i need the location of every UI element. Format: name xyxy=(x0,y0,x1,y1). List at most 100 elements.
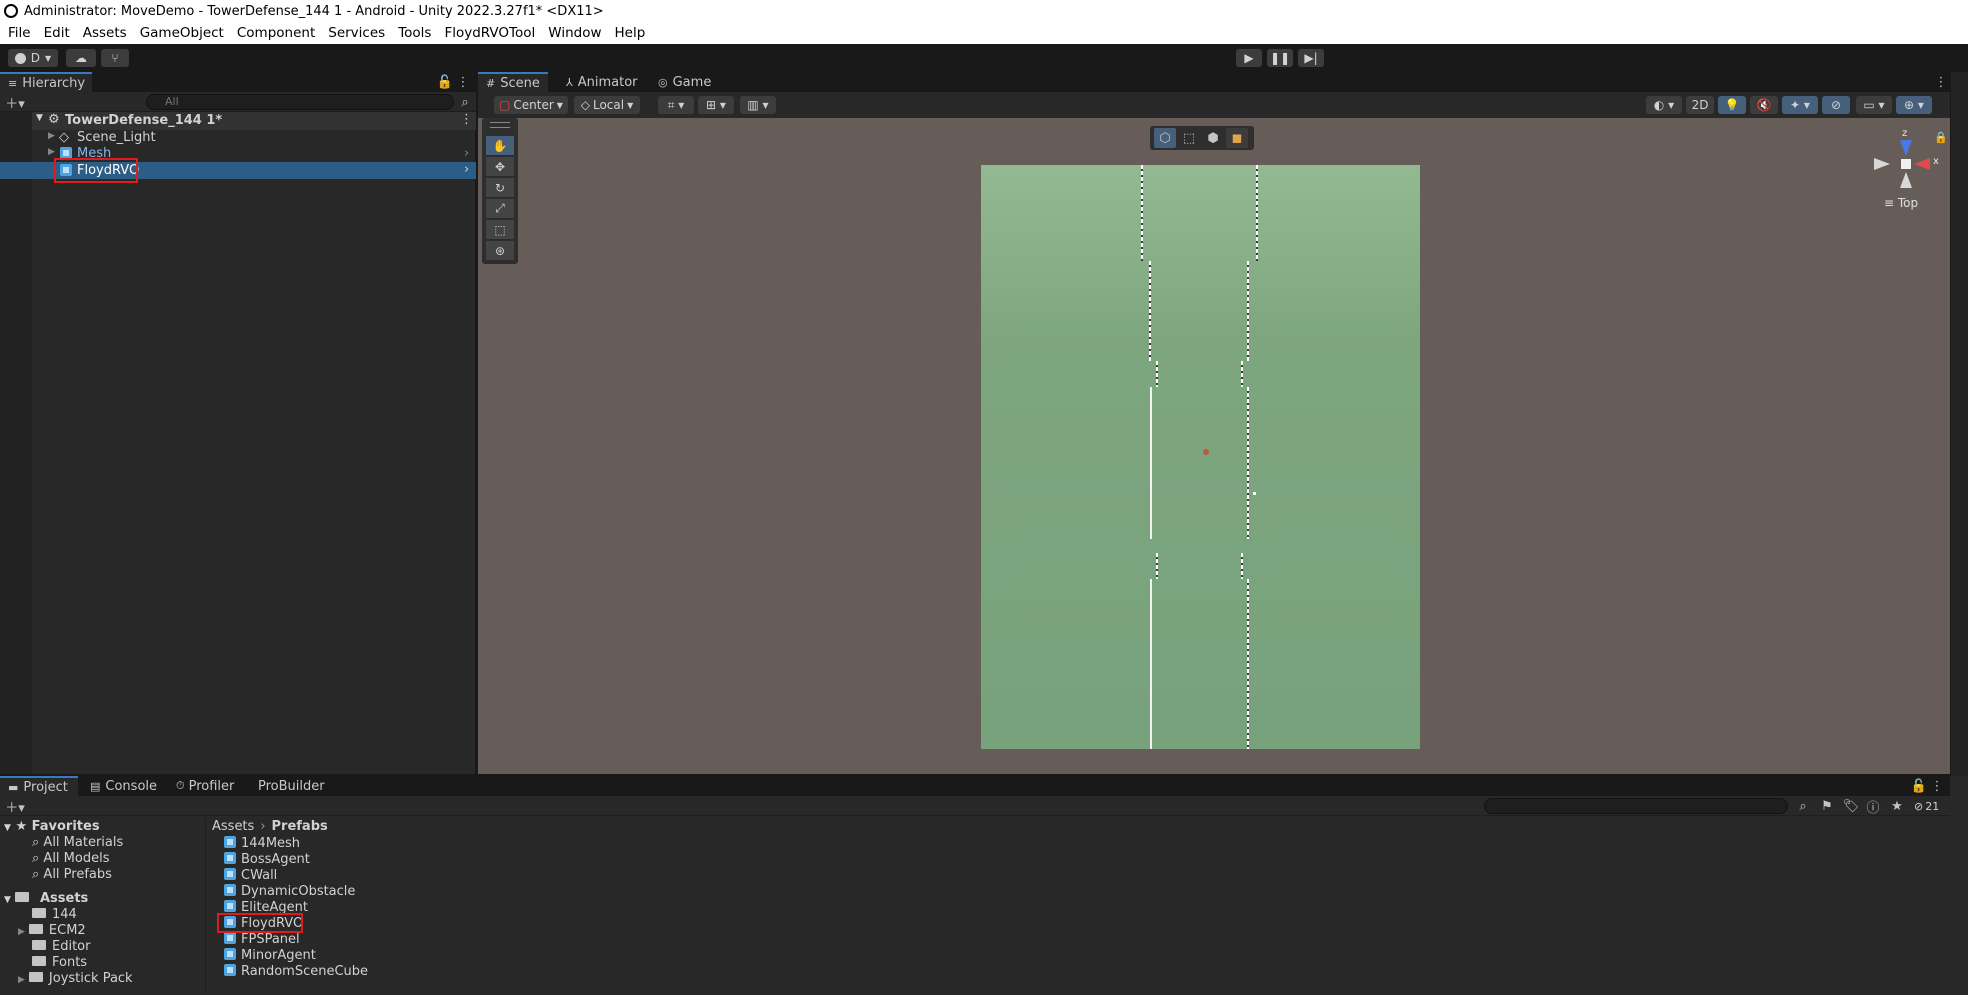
chevron-right-icon[interactable]: › xyxy=(464,162,469,177)
grid-snap-dropdown[interactable]: ⌗ ▾ xyxy=(658,96,694,114)
tab-probuilder[interactable]: ProBuilder xyxy=(250,776,333,796)
scene-menu-icon[interactable]: ⋮ xyxy=(460,112,473,127)
effects-dropdown[interactable]: ✦ ▾ xyxy=(1782,96,1818,114)
lock-icon[interactable]: 🔒 xyxy=(1934,131,1948,144)
favorite-item[interactable]: ⌕ All Prefabs xyxy=(32,867,112,882)
breadcrumb-item[interactable]: Assets xyxy=(212,819,254,834)
gizmos-dropdown[interactable]: ⊕ ▾ xyxy=(1896,96,1932,114)
menu-assets[interactable]: Assets xyxy=(83,25,127,41)
pivot-dropdown[interactable]: ▢ Center ▼ xyxy=(494,96,568,114)
scene-row[interactable]: ▼ ⚙ TowerDefense_144 1* ⋮ xyxy=(32,112,476,130)
snap-increment-dropdown[interactable]: ⊞ ▾ xyxy=(698,96,734,114)
menu-file[interactable]: File xyxy=(8,25,31,41)
menu-services[interactable]: Services xyxy=(328,25,385,41)
cloud-button[interactable]: ☁ xyxy=(66,49,96,67)
hand-tool[interactable]: ✋ xyxy=(486,136,514,156)
expand-arrow-icon[interactable]: ▶ xyxy=(18,927,25,937)
search-filter-icon[interactable]: ⌕ xyxy=(1792,796,1814,816)
scale-tool[interactable]: ⤢ xyxy=(486,199,514,219)
lighting-toggle[interactable]: 💡 xyxy=(1718,96,1746,114)
scene-viewport[interactable]: ✋ ✥ ↻ ⤢ ⬚ ⊛ ⬡ ⬚ ⬢ ◼ z 🔒 x ≡ Top xyxy=(478,118,1950,774)
axis-z-cone[interactable] xyxy=(1900,140,1912,156)
transform-tool[interactable]: ⊛ xyxy=(486,241,514,261)
search-filter-icon[interactable]: ⌕ xyxy=(454,92,476,112)
add-icon[interactable]: ＋▾ xyxy=(4,92,26,112)
account-button[interactable]: D ▼ xyxy=(8,49,58,67)
list-item[interactable]: BossAgent xyxy=(224,852,310,867)
waypoint-marker[interactable] xyxy=(1253,492,1256,495)
camera-dropdown[interactable]: ▭ ▾ xyxy=(1856,96,1892,114)
pause-button[interactable]: ❚❚ xyxy=(1267,49,1293,67)
add-icon[interactable]: ＋▾ xyxy=(4,796,26,816)
rotate-tool[interactable]: ↻ xyxy=(486,178,514,198)
info-icon[interactable]: ⓘ xyxy=(1862,796,1884,816)
face-mode-button[interactable]: ⬢ xyxy=(1202,128,1224,148)
ruler-dropdown[interactable]: ▥ ▾ xyxy=(740,96,776,114)
drag-handle-icon[interactable] xyxy=(490,122,510,128)
more-options-icon[interactable]: ⋮ xyxy=(1926,776,1948,796)
favorite-item[interactable]: ⌕ All Materials xyxy=(32,835,123,850)
orientation-label-row[interactable]: ≡ Top xyxy=(1884,196,1918,210)
rect-tool[interactable]: ⬚ xyxy=(486,220,514,240)
ground-plane[interactable] xyxy=(981,165,1420,749)
space-dropdown[interactable]: ◇ Local ▼ xyxy=(574,96,640,114)
menu-floydrvotool[interactable]: FloydRVOTool xyxy=(444,25,535,41)
menu-edit[interactable]: Edit xyxy=(44,25,70,41)
toggle-2d-button[interactable]: 2D xyxy=(1686,96,1714,114)
tab-animator[interactable]: ⅄ Animator xyxy=(558,72,646,92)
tab-project[interactable]: ▬ Project xyxy=(0,776,78,796)
menu-tools[interactable]: Tools xyxy=(398,25,431,41)
orientation-gizmo[interactable]: z 🔒 x ≡ Top xyxy=(1872,128,1948,214)
expand-arrow-icon[interactable]: ▶ xyxy=(18,975,25,985)
tab-scene[interactable]: # Scene xyxy=(478,72,548,92)
asset-folder[interactable]: ▶ ECM2 xyxy=(18,923,86,938)
list-item[interactable]: 144Mesh xyxy=(224,836,300,851)
chevron-right-icon[interactable]: › xyxy=(464,146,469,161)
version-control-button[interactable]: ⑂ xyxy=(101,49,129,67)
list-item[interactable]: MinorAgent xyxy=(224,948,316,963)
tab-console[interactable]: ▤ Console xyxy=(82,776,165,796)
hierarchy-item-scene-light[interactable]: ▶ ◇ Scene_Light xyxy=(32,130,476,146)
list-item[interactable]: CWall xyxy=(224,868,277,883)
shading-mode-dropdown[interactable]: ◐ ▾ xyxy=(1646,96,1682,114)
list-item[interactable]: FPSPanel xyxy=(224,932,300,947)
gizmo-center-cube[interactable] xyxy=(1901,159,1911,169)
more-options-icon[interactable]: ⋮ xyxy=(1930,72,1952,92)
hierarchy-search-input[interactable]: All xyxy=(146,94,454,110)
asset-folder[interactable]: Fonts xyxy=(32,955,87,970)
asset-folder[interactable]: ▶ Joystick Pack xyxy=(18,971,133,986)
favorites-header[interactable]: ▼ ★ Favorites xyxy=(4,819,100,834)
step-button[interactable]: ▶| xyxy=(1298,49,1324,67)
tab-profiler[interactable]: ⏱ Profiler xyxy=(168,776,242,796)
project-search-input[interactable] xyxy=(1484,798,1788,814)
more-options-icon[interactable]: ⋮ xyxy=(452,72,474,92)
asset-folder[interactable]: 144 xyxy=(32,907,77,922)
expand-arrow-icon[interactable]: ▼ xyxy=(36,113,43,123)
label-icon[interactable]: 🏷 xyxy=(1840,796,1862,816)
breadcrumb-item[interactable]: Prefabs xyxy=(272,819,328,834)
axis-neg-z-cone[interactable] xyxy=(1900,172,1912,188)
audio-toggle[interactable]: 🔇 xyxy=(1750,96,1778,114)
hidden-count-badge[interactable]: ⊘ 21 xyxy=(1914,798,1939,814)
menu-window[interactable]: Window xyxy=(548,25,601,41)
filter-type-icon[interactable]: ⚑ xyxy=(1816,796,1838,816)
list-item[interactable]: RandomSceneCube xyxy=(224,964,368,979)
shape-mode-button[interactable]: ⬡ xyxy=(1154,128,1176,148)
menu-help[interactable]: Help xyxy=(615,25,646,41)
object-mode-button[interactable]: ◼ xyxy=(1226,128,1248,148)
menu-component[interactable]: Component xyxy=(237,25,315,41)
axis-neg-x-cone[interactable] xyxy=(1874,158,1890,170)
expand-arrow-icon[interactable]: ▶ xyxy=(48,147,55,157)
tab-game[interactable]: ◎ Game xyxy=(650,72,719,92)
assets-header[interactable]: ▼ Assets xyxy=(4,891,88,906)
star-icon[interactable]: ★ xyxy=(1886,796,1908,816)
menu-gameobject[interactable]: GameObject xyxy=(140,25,224,41)
asset-folder[interactable]: Editor xyxy=(32,939,90,954)
expand-arrow-icon[interactable]: ▶ xyxy=(48,131,55,141)
scene-visibility-toggle[interactable]: ⊘ xyxy=(1822,96,1850,114)
play-button[interactable]: ▶ xyxy=(1236,49,1262,67)
axis-x-cone[interactable] xyxy=(1914,158,1930,170)
favorite-item[interactable]: ⌕ All Models xyxy=(32,851,109,866)
move-tool[interactable]: ✥ xyxy=(486,157,514,177)
tab-hierarchy[interactable]: ≡ Hierarchy xyxy=(0,72,92,92)
